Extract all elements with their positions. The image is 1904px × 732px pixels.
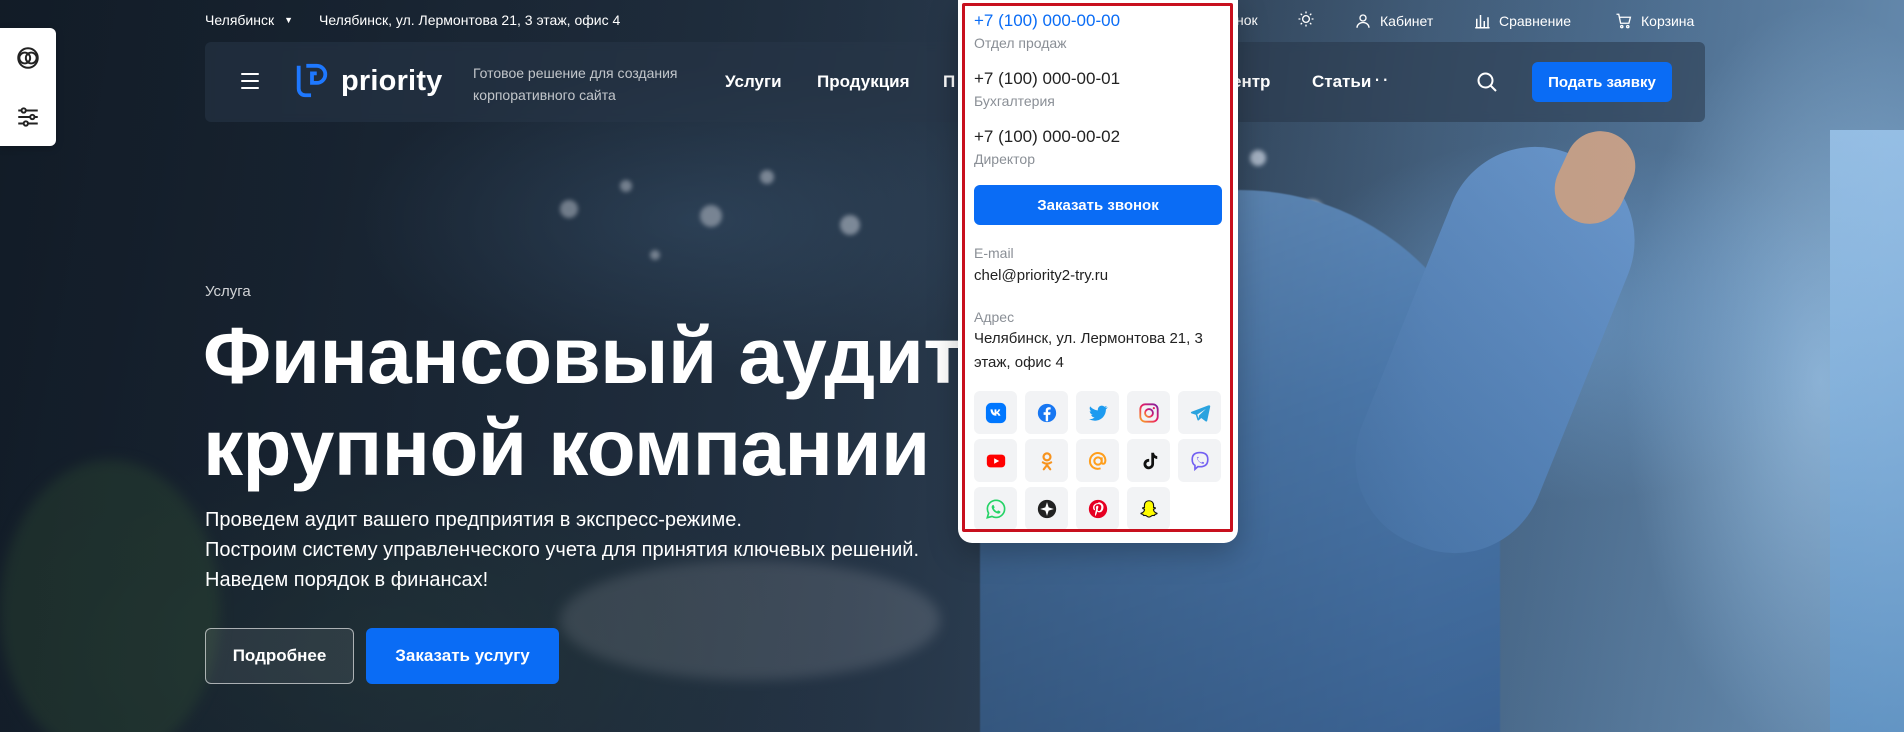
vk-icon xyxy=(985,402,1006,423)
livejournal-icon xyxy=(1037,499,1056,518)
odnoklassniki-link[interactable] xyxy=(1025,439,1068,482)
hero-desc-line-2: Построим систему управленческого учета д… xyxy=(205,539,920,561)
cabinet-link[interactable]: Кабинет xyxy=(1354,12,1433,30)
cabinet-label: Кабинет xyxy=(1380,13,1434,29)
top-callback-text: нок xyxy=(1236,12,1258,28)
phone-sales-label: Отдел продаж xyxy=(974,35,1067,51)
apply-button[interactable]: Подать заявку xyxy=(1532,62,1672,102)
phone-accounting-label: Бухгалтерия xyxy=(974,93,1055,109)
user-icon xyxy=(1356,14,1370,28)
address-value: Челябинск, ул. Лермонтова 21, 3 этаж, оф… xyxy=(974,330,1203,371)
cart-label: Корзина xyxy=(1641,13,1695,29)
phone-accounting[interactable]: +7 (100) 000-00-01 xyxy=(974,69,1120,89)
sliders-icon xyxy=(18,106,38,127)
youtube-link[interactable] xyxy=(974,439,1017,482)
nav-services[interactable]: Услуги xyxy=(725,72,782,92)
chevron-down-icon: ▼ xyxy=(284,15,294,25)
sun-icon xyxy=(1298,11,1314,27)
hero-kicker: Услуга xyxy=(205,283,251,300)
top-bar: Челябинск ▼ Челябинск, ул. Лермонтова 21… xyxy=(0,0,1904,40)
hero-title: Финансовый аудит крупной компании xyxy=(203,310,963,494)
pinterest-icon xyxy=(1088,499,1107,518)
hero-description: Проведем аудит вашего предприятия в эксп… xyxy=(205,505,919,595)
nav-item-partial[interactable]: П xyxy=(943,72,955,92)
hero-desc-line-3: Наведем порядок в финансах! xyxy=(205,569,489,591)
tagline: Готовое решение для создания корпоративн… xyxy=(473,65,678,103)
top-callback-link[interactable]: нок xyxy=(1236,12,1258,28)
order-service-button[interactable]: Заказать услугу xyxy=(366,628,559,684)
compare-label: Сравнение xyxy=(1499,13,1571,29)
settings-button[interactable] xyxy=(13,102,43,132)
side-toolbar xyxy=(0,28,56,146)
hero-title-line-1: Финансовый аудит xyxy=(203,311,963,400)
viber-link[interactable] xyxy=(1178,439,1221,482)
more-menu-icon[interactable]: ··· xyxy=(1365,66,1390,92)
address-label: Адрес xyxy=(974,309,1015,325)
accessibility-button[interactable] xyxy=(13,43,43,73)
compare-link[interactable]: Сравнение xyxy=(1473,12,1571,30)
snapchat-link[interactable] xyxy=(1127,487,1170,530)
youtube-icon xyxy=(986,454,1005,467)
callback-button[interactable]: Заказать звонок xyxy=(974,185,1222,225)
viber-icon xyxy=(1190,451,1209,471)
vk-link[interactable] xyxy=(974,391,1017,434)
tiktok-link[interactable] xyxy=(1127,439,1170,482)
city-name: Челябинск xyxy=(205,12,275,28)
search-icon[interactable] xyxy=(1475,70,1499,94)
cart-link[interactable]: Корзина xyxy=(1615,12,1694,30)
phone-director-label: Директор xyxy=(974,151,1035,167)
menu-button[interactable] xyxy=(241,73,259,89)
snapchat-icon xyxy=(1139,499,1158,518)
tiktok-icon xyxy=(1142,452,1157,469)
odnoklassniki-icon xyxy=(1041,451,1052,470)
twitter-icon xyxy=(1088,405,1108,421)
cart-icon xyxy=(1616,13,1632,29)
theme-toggle[interactable] xyxy=(1297,10,1315,28)
whatsapp-link[interactable] xyxy=(974,487,1017,530)
phone-sales[interactable]: +7 (100) 000-00-00 xyxy=(974,11,1120,31)
phone-director[interactable]: +7 (100) 000-00-02 xyxy=(974,127,1120,147)
whatsapp-icon xyxy=(985,498,1005,519)
email-label: E-mail xyxy=(974,245,1014,261)
logo-text: priority xyxy=(341,64,443,97)
twitter-link[interactable] xyxy=(1076,391,1119,434)
city-selector[interactable]: Челябинск ▼ xyxy=(205,12,293,28)
telegram-link[interactable] xyxy=(1178,391,1221,434)
mail-icon xyxy=(1088,451,1106,470)
logo[interactable]: priority xyxy=(293,62,443,100)
mail-link[interactable] xyxy=(1076,439,1119,482)
contacts-dropdown: +7 (100) 000-00-00 Отдел продаж +7 (100)… xyxy=(958,0,1238,543)
nav-articles[interactable]: Статьи xyxy=(1312,72,1371,92)
social-links xyxy=(974,391,1226,530)
facebook-icon xyxy=(1037,403,1056,422)
hero-title-line-2: крупной компании xyxy=(203,403,930,492)
more-button[interactable]: Подробнее xyxy=(205,628,354,684)
nav-products[interactable]: Продукция xyxy=(817,72,910,92)
facebook-link[interactable] xyxy=(1025,391,1068,434)
contrast-icon xyxy=(17,46,39,69)
pinterest-link[interactable] xyxy=(1076,487,1119,530)
chart-bars-icon xyxy=(1475,15,1490,29)
instagram-icon xyxy=(1138,402,1159,423)
livejournal-link[interactable] xyxy=(1025,487,1068,530)
instagram-link[interactable] xyxy=(1127,391,1170,434)
top-address: Челябинск, ул. Лермонтова 21, 3 этаж, оф… xyxy=(319,12,620,28)
email-link[interactable]: chel@priority2-try.ru xyxy=(974,264,1214,288)
hero-desc-line-1: Проведем аудит вашего предприятия в эксп… xyxy=(205,509,742,531)
telegram-icon xyxy=(1190,404,1210,422)
main-header: priority Готовое решение для создания ко… xyxy=(205,42,1705,122)
priority-logo-icon xyxy=(296,63,328,98)
top-address-text: Челябинск, ул. Лермонтова 21, 3 этаж, оф… xyxy=(319,12,621,28)
